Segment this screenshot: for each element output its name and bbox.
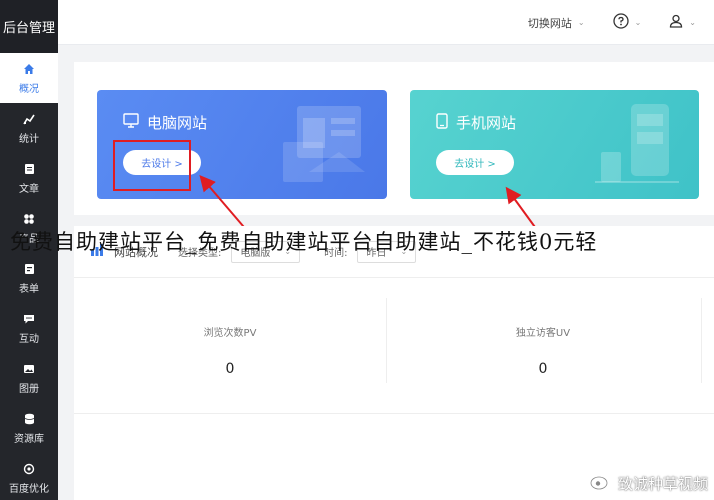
phone-icon [436,112,448,133]
chevron-down-icon: ⌄ [634,18,642,27]
sidebar-item-interaction[interactable]: 互动 [0,303,58,353]
browser-illustration-icon [283,106,365,182]
sidebar-item-label: 资源库 [14,433,44,445]
product-icon [22,212,36,226]
sidebar-item-label: 图册 [19,383,39,395]
sidebar-item-gallery[interactable]: 图册 [0,353,58,403]
sidebar-item-label: 概况 [19,83,39,95]
sidebar-item-articles[interactable]: 文章 [0,153,58,203]
sidebar-item-overview[interactable]: 概况 [0,53,58,103]
annotation-highlight-box [113,140,191,191]
sidebar-item-label: 文章 [19,183,39,195]
help-dropdown[interactable]: ⌄ [612,13,642,32]
pv-metric: 浏览次数PV 0 [74,324,386,382]
video-watermark: 致诚种草视频 [590,472,708,494]
pv-value: 0 [225,361,235,377]
sidebar-item-label: 统计 [19,133,39,145]
sidebar-item-label: 互动 [19,333,39,345]
top-header: 切换网站 ⌄ ⌄ ⌄ [58,0,714,45]
app-logo: 后台管理 [0,0,58,53]
section-divider [74,413,714,414]
monitor-icon [123,113,139,132]
sidebar-item-forms[interactable]: 表单 [0,253,58,303]
site-overview-panel: 网站概况 选择类型: 电脑版 ⌄ 时间: 昨日 ⌄ 浏览次数PV 0 独立访客U… [74,226,714,500]
sidebar-nav: 概况 统计 文章 产品 表单 互动 图册 资源库 百度优化 [0,53,58,500]
sidebar-item-label: 表单 [19,283,39,295]
pc-site-title-text: 电脑网站 [147,114,208,132]
chevron-down-icon: ⌄ [689,18,696,27]
mobile-site-title: 手机网站 [436,112,516,133]
uv-value: 0 [538,361,548,377]
user-dropdown[interactable]: ⌄ [669,14,696,31]
switch-site-dropdown[interactable]: 切换网站 ⌄ [528,15,585,31]
database-icon [22,412,36,426]
user-icon [669,14,683,31]
overlay-caption: 免费自助建站平台_免费自助建站平台自助建站_不花钱0元轻 [10,230,598,254]
chevron-down-icon: ⌄ [577,18,585,27]
gallery-icon [22,362,36,376]
pv-label: 浏览次数PV [203,328,257,339]
phone-illustration-icon [595,104,679,183]
help-icon [612,13,629,32]
home-icon [22,62,36,76]
seo-icon [22,462,36,476]
sidebar-item-resources[interactable]: 资源库 [0,403,58,453]
pc-site-title: 电脑网站 [123,112,207,133]
metric-divider [701,298,702,383]
site-cards-panel: 电脑网站 去设计 > 手机网站 去设计 > [74,62,714,215]
uv-metric: 独立访客UV 0 [387,324,699,382]
switch-site-label: 切换网站 [527,16,572,30]
form-icon [22,262,36,276]
sidebar-item-seo[interactable]: 百度优化 [0,453,58,500]
header-actions: 切换网站 ⌄ ⌄ ⌄ [528,0,696,45]
mobile-design-button[interactable]: 去设计 > [436,150,514,175]
watermark-text: 致诚种草视频 [617,474,708,493]
uv-label: 独立访客UV [515,328,571,339]
article-icon [22,162,36,176]
sidebar-item-stats[interactable]: 统计 [0,103,58,153]
sidebar-item-label: 百度优化 [9,483,49,495]
stats-icon [22,112,36,126]
weibo-icon [590,472,612,494]
mobile-site-card: 手机网站 去设计 > [410,90,699,199]
chat-icon [22,312,36,326]
mobile-site-title-text: 手机网站 [456,114,517,132]
